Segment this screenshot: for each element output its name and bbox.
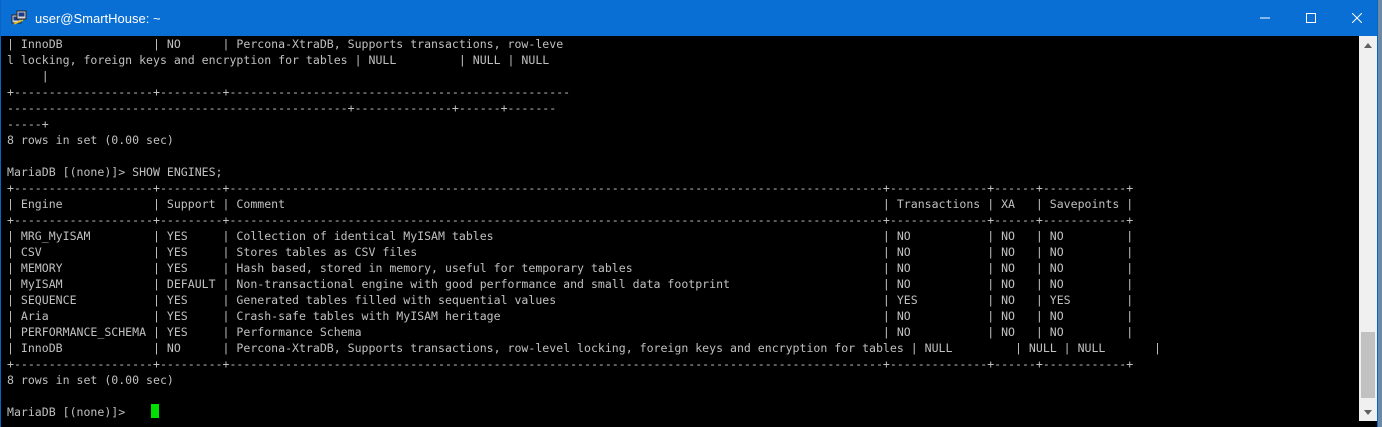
table-row: | SEQUENCE | YES | Generated tables fill… — [7, 293, 1134, 307]
terminal-window: user@SmartHouse: ~ | InnoDB | NO | Perco… — [0, 0, 1378, 427]
minimize-button[interactable] — [1242, 0, 1288, 36]
terminal-line: 8 rows in set (0.00 sec) — [7, 373, 174, 387]
vertical-scrollbar[interactable] — [1359, 36, 1377, 421]
scroll-down-button[interactable] — [1359, 403, 1377, 421]
chevron-up-icon — [1364, 42, 1372, 48]
close-button[interactable] — [1334, 0, 1380, 36]
table-row: | MRG_MyISAM | YES | Collection of ident… — [7, 229, 1134, 243]
terminal-line: | — [7, 69, 49, 83]
terminal-line: MariaDB [(none)]> SHOW ENGINES; — [7, 165, 223, 179]
table-border: +--------------------+---------+--------… — [7, 213, 1134, 227]
terminal-line: 8 rows in set (0.00 sec) — [7, 133, 174, 147]
window-title: user@SmartHouse: ~ — [35, 11, 161, 26]
table-row: | MyISAM | DEFAULT | Non-transactional e… — [7, 277, 1134, 291]
text-cursor — [151, 404, 159, 418]
terminal-line: | InnoDB | NO | Percona-XtraDB, Supports… — [7, 37, 564, 51]
table-border: +--------------------+---------+--------… — [7, 181, 1134, 195]
table-border: +--------------------+---------+--------… — [7, 357, 1134, 371]
terminal-line: +--------------------+---------+--------… — [7, 85, 571, 99]
table-row: | MEMORY | YES | Hash based, stored in m… — [7, 261, 1134, 275]
table-row: | Aria | YES | Crash-safe tables with My… — [7, 309, 1134, 323]
table-row: | PERFORMANCE_SCHEMA | YES | Performance… — [7, 325, 1134, 339]
table-row: | InnoDB | NO | Percona-XtraDB, Supports… — [7, 341, 1162, 355]
terminal-line: l locking, foreign keys and encryption f… — [7, 53, 550, 67]
scroll-up-button[interactable] — [1359, 36, 1377, 54]
terminal-line: -----+ — [7, 117, 49, 131]
maximize-button[interactable] — [1288, 0, 1334, 36]
minimize-icon — [1260, 17, 1270, 19]
scroll-thumb[interactable] — [1361, 332, 1375, 398]
terminal-output[interactable]: | InnoDB | NO | Percona-XtraDB, Supports… — [7, 36, 1357, 427]
close-icon — [1352, 13, 1362, 23]
table-row: | CSV | YES | Stores tables as CSV files… — [7, 245, 1134, 259]
maximize-icon — [1306, 13, 1316, 23]
terminal-line: ----------------------------------------… — [7, 101, 557, 115]
putty-icon — [11, 10, 27, 25]
command-prompt[interactable]: MariaDB [(none)]> — [7, 404, 132, 420]
title-bar[interactable]: user@SmartHouse: ~ — [1, 0, 1377, 36]
table-header: | Engine | Support | Comment | Transacti… — [7, 197, 1134, 211]
chevron-down-icon — [1364, 409, 1372, 415]
